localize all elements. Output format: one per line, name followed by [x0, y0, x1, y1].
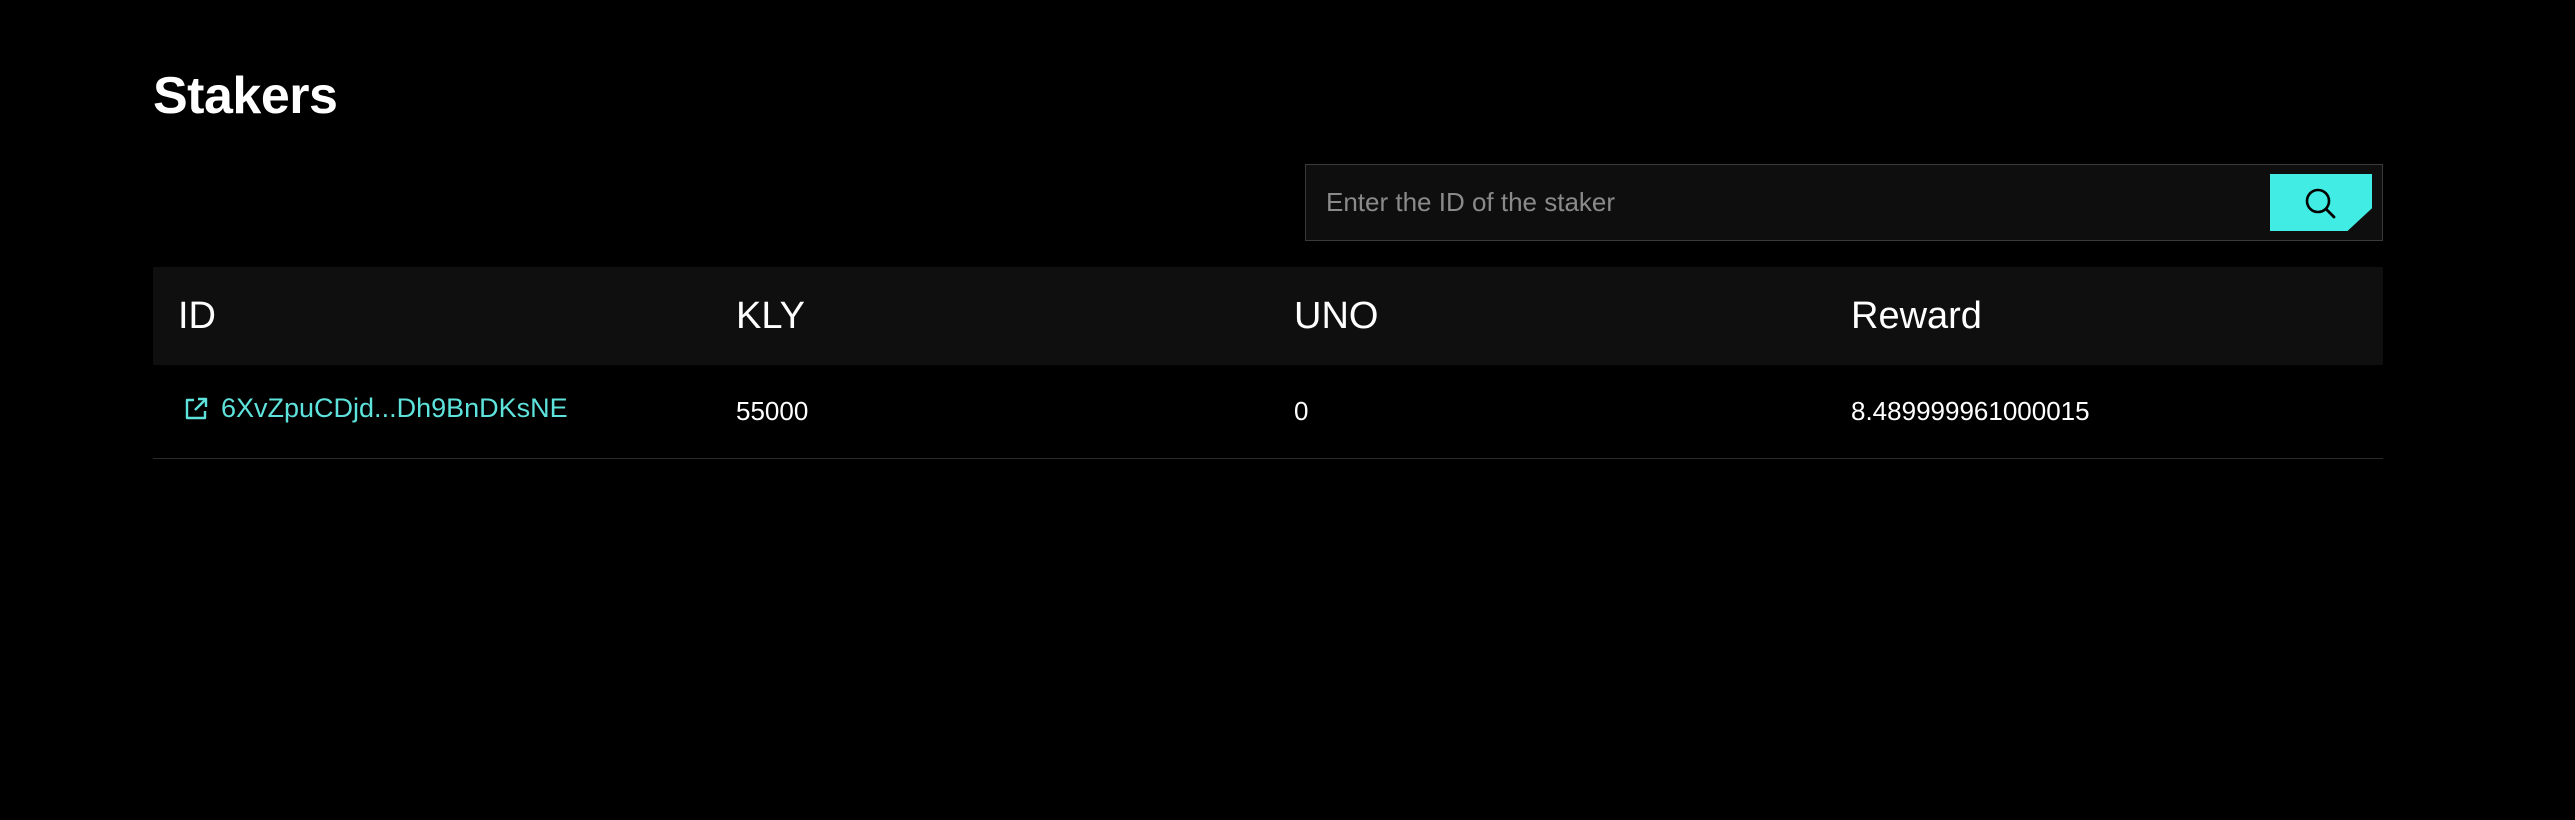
staker-id-link[interactable]: 6XvZpuCDjd...Dh9BnDKsNE	[182, 393, 568, 424]
page-title: Stakers	[153, 67, 338, 125]
staker-id-text: 6XvZpuCDjd...Dh9BnDKsNE	[221, 393, 568, 423]
column-header-id: ID	[178, 294, 216, 337]
stakers-table: ID KLY UNO Reward 6XvZpuCDjd...Dh9BnDKsN…	[153, 267, 2383, 459]
search-box	[1305, 164, 2383, 241]
table-row: 6XvZpuCDjd...Dh9BnDKsNE 55000 0 8.489999…	[153, 365, 2383, 458]
table-header-row: ID KLY UNO Reward	[153, 267, 2383, 365]
uno-cell: 0	[1294, 395, 1309, 426]
search-icon	[2305, 188, 2336, 219]
column-header-reward: Reward	[1851, 294, 1982, 337]
column-header-uno: UNO	[1294, 294, 1379, 337]
reward-cell: 8.489999961000015	[1851, 395, 2090, 426]
staker-id-cell: 6XvZpuCDjd...Dh9BnDKsNE	[153, 365, 711, 458]
search-button[interactable]	[2270, 174, 2372, 231]
external-link-icon	[185, 397, 208, 419]
search-input[interactable]	[1306, 165, 2256, 240]
kly-cell: 55000	[736, 395, 809, 426]
column-header-kly: KLY	[736, 294, 806, 337]
stakers-page: Stakers ID KLY UNO Reward	[0, 0, 2575, 820]
stakers-table-container: ID KLY UNO Reward 6XvZpuCDjd...Dh9BnDKsN…	[153, 267, 2383, 459]
